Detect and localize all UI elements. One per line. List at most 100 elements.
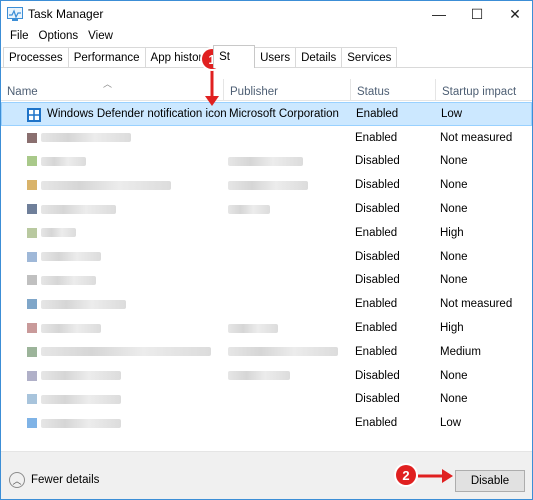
menu-view[interactable]: View [83,30,118,42]
table-row[interactable]: Enabled High [1,316,532,340]
redacted-app-icon [27,323,37,334]
row-name-redacted [27,173,171,197]
redacted-name [41,371,121,381]
row-name-redacted [27,245,101,269]
row-status: Disabled [355,179,400,192]
column-publisher-label: Publisher [230,86,278,98]
redacted-name [41,228,76,238]
disable-button[interactable]: Disable [455,470,525,492]
redacted-publisher [228,347,338,357]
row-status: Disabled [355,393,400,406]
redacted-app-icon [27,180,37,191]
row-publisher-redacted [228,316,278,340]
row-startup-impact: None [440,369,468,382]
redacted-name [41,156,86,166]
row-publisher: Microsoft Corporation [229,107,339,120]
menu-file[interactable]: File [5,30,34,42]
fewer-details-label: Fewer details [31,474,100,486]
table-row[interactable]: Disabled None [1,388,532,412]
minimize-button[interactable]: — [420,1,458,27]
table-row[interactable]: Enabled Medium [1,340,532,364]
row-status: Enabled [355,298,398,311]
row-name-redacted [27,411,121,435]
fewer-details-toggle[interactable]: ︿ Fewer details [9,472,99,488]
table-row[interactable]: Enabled Not measured [1,126,532,150]
column-header-impact[interactable]: Startup impact [435,79,522,101]
table-row[interactable]: Enabled High [1,221,532,245]
row-name-redacted [27,292,126,316]
row-status: Enabled [355,345,398,358]
row-name-redacted [27,150,86,174]
column-header-name[interactable]: ︿ Name [1,79,223,101]
redacted-app-icon [27,132,37,143]
table-row[interactable]: Disabled None [1,245,532,269]
row-status: Disabled [355,369,400,382]
task-manager-window: Task Manager — ☐ ✕ File Options View Pro… [0,0,533,500]
row-name: Windows Defender notification icon [47,107,227,120]
column-header-publisher[interactable]: Publisher [223,79,350,101]
table-row[interactable]: Enabled Not measured [1,292,532,316]
row-startup-impact: Low [440,417,462,430]
redacted-publisher [228,371,290,381]
row-status: Disabled [355,274,400,287]
close-button[interactable]: ✕ [496,1,533,27]
row-name-redacted [27,340,211,364]
tab-details[interactable]: Details [295,47,343,67]
callout-badge-2: 2 [396,465,416,485]
redacted-app-icon [27,418,37,429]
row-startup-impact: High [440,226,464,239]
vertical-scrollbar[interactable] [521,102,532,447]
table-row[interactable]: Enabled Low [1,411,532,435]
maximize-button[interactable]: ☐ [458,1,496,27]
table-row[interactable]: Disabled None [1,173,532,197]
row-startup-impact: Not measured [440,131,513,144]
row-name-redacted [27,364,121,388]
redacted-name [41,394,121,404]
task-manager-icon [7,7,23,21]
redacted-publisher [228,323,278,333]
column-header-status[interactable]: Status [350,79,435,101]
redacted-app-icon [27,275,37,286]
tab-performance[interactable]: Performance [67,47,146,67]
redacted-app-icon [27,299,37,310]
row-name-redacted [27,316,101,340]
row-publisher-redacted [228,364,290,388]
table-row[interactable]: Disabled None [1,150,532,174]
tab-strip: Processes Performance App history St Use… [3,45,398,68]
tab-users[interactable]: Users [254,47,297,67]
row-status: Enabled [355,226,398,239]
redacted-name [41,133,131,143]
tab-startup[interactable]: St [213,45,256,68]
windows-defender-icon [27,108,41,122]
row-startup-impact: None [440,203,468,216]
menu-bar: File Options View [1,27,532,45]
redacted-app-icon [27,251,37,262]
row-status: Enabled [356,107,399,120]
redacted-app-icon [27,394,37,405]
redacted-name [41,252,101,262]
column-impact-label: Startup impact [442,86,517,98]
title-bar[interactable]: Task Manager — ☐ ✕ [1,1,532,27]
footer-bar: ︿ Fewer details Disable [1,451,532,499]
row-name-redacted [27,269,96,293]
menu-options[interactable]: Options [34,30,84,42]
row-name-redacted [27,388,121,412]
column-status-label: Status [357,86,390,98]
row-startup-impact: Low [441,107,463,120]
redacted-app-icon [27,156,37,167]
startup-list: Windows Defender notification icon Micros… [1,102,532,435]
row-startup-impact: High [440,322,464,335]
column-name-label: Name [7,86,38,98]
redacted-name [41,347,211,357]
redacted-name [41,418,121,428]
table-row[interactable]: Disabled None [1,269,532,293]
table-row[interactable]: Disabled None [1,197,532,221]
table-row[interactable]: Disabled None [1,364,532,388]
row-status: Enabled [355,417,398,430]
tab-services[interactable]: Services [341,47,398,67]
table-row[interactable]: Windows Defender notification icon Micros… [1,102,532,126]
row-startup-impact: None [440,393,468,406]
redacted-name [41,275,96,285]
tab-processes[interactable]: Processes [3,47,69,67]
redacted-name [41,180,171,190]
